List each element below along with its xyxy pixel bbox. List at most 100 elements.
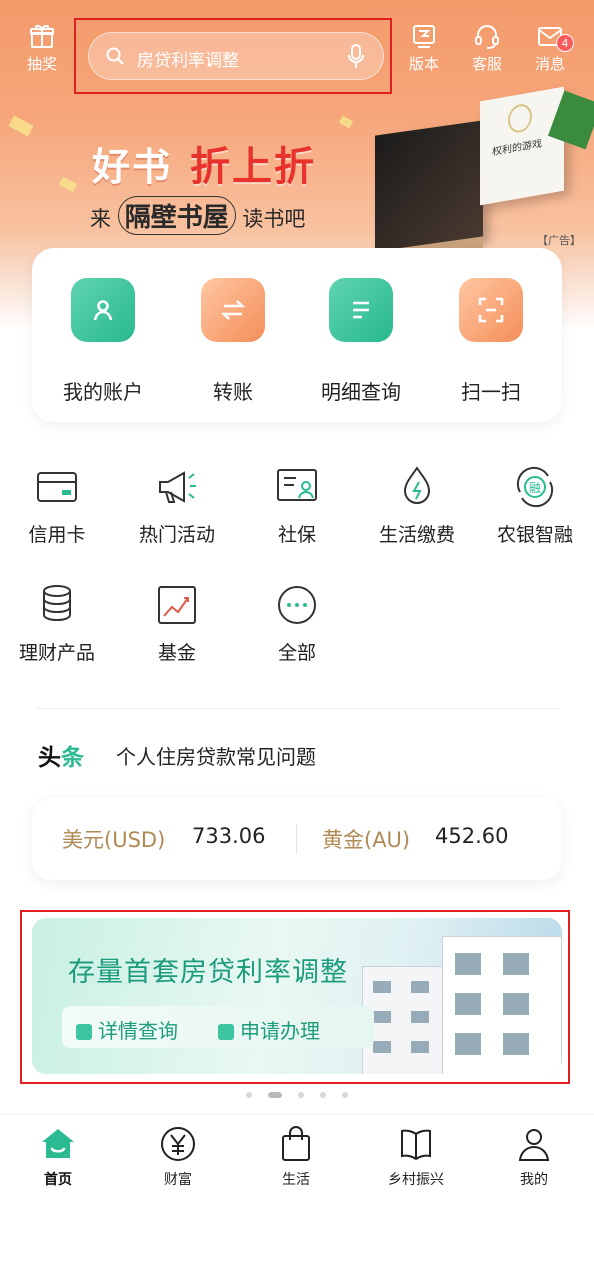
tab-mine[interactable]: 我的 bbox=[484, 1125, 584, 1189]
headline-tag-b: 条 bbox=[61, 745, 84, 771]
yuan-icon bbox=[161, 1127, 195, 1161]
service-label: 全部 bbox=[277, 642, 316, 664]
quick-action-details[interactable]: 明细查询 bbox=[298, 278, 424, 405]
messages-label: 消息 bbox=[534, 55, 565, 73]
building-illustration bbox=[362, 966, 452, 1074]
rate-name-gold: 黄金(AU) bbox=[322, 828, 411, 852]
top-header: 抽奖 房贷利率调整 版本 客服 消息 4 bbox=[0, 8, 594, 94]
quick-action-label: 转账 bbox=[213, 380, 253, 404]
tab-wealth[interactable]: 财富 bbox=[128, 1125, 228, 1189]
tab-label: 我的 bbox=[520, 1172, 548, 1188]
lottery-label: 抽奖 bbox=[26, 55, 57, 73]
carousel-dot[interactable] bbox=[298, 1092, 304, 1098]
promo-details-query-button[interactable]: 详情查询 bbox=[76, 1015, 178, 1044]
carousel-dot[interactable] bbox=[342, 1092, 348, 1098]
rate-separator bbox=[296, 824, 297, 854]
service-label: 热门活动 bbox=[138, 524, 215, 546]
smart-finance-icon: 融 bbox=[516, 466, 554, 508]
banner-subtitle: 来 隔壁书屋 读书吧 bbox=[90, 196, 305, 235]
quick-action-my-account[interactable]: 我的账户 bbox=[40, 278, 166, 405]
customer-service-button[interactable]: 客服 bbox=[457, 22, 517, 74]
tab-life[interactable]: 生活 bbox=[246, 1125, 346, 1189]
promo-title: 存量首套房贷利率调整 bbox=[68, 957, 348, 988]
section-divider bbox=[36, 708, 560, 709]
promo-option-label: 详情查询 bbox=[98, 1019, 178, 1043]
banner-sub-suffix: 读书吧 bbox=[242, 207, 306, 231]
service-label: 基金 bbox=[157, 642, 196, 664]
tab-home[interactable]: 首页 bbox=[8, 1125, 108, 1189]
service-hot-activities[interactable]: 热门活动 bbox=[122, 464, 232, 547]
fund-chart-icon bbox=[158, 586, 196, 624]
rate-value-gold: 452.60 bbox=[435, 824, 509, 848]
service-label: 理财产品 bbox=[18, 642, 95, 664]
service-fund[interactable]: 基金 bbox=[122, 582, 232, 665]
customer-service-label: 客服 bbox=[471, 55, 502, 73]
quick-action-scan[interactable]: 扫一扫 bbox=[428, 278, 554, 405]
banner-sub-prefix: 来 bbox=[90, 207, 111, 231]
rate-name-usd: 美元(USD) bbox=[62, 828, 166, 852]
square-bullet-icon bbox=[218, 1024, 234, 1040]
service-social-security[interactable]: 社保 bbox=[242, 464, 352, 547]
service-all[interactable]: 全部 bbox=[242, 582, 352, 665]
unread-badge: 4 bbox=[556, 34, 574, 52]
transfer-icon bbox=[201, 278, 265, 342]
service-label: 生活缴费 bbox=[378, 524, 455, 546]
square-bullet-icon bbox=[76, 1024, 92, 1040]
scan-icon bbox=[459, 278, 523, 342]
gift-icon bbox=[30, 24, 54, 48]
book-cover-image-2: 权利的游戏 bbox=[480, 86, 564, 206]
more-icon bbox=[278, 586, 316, 624]
messages-button[interactable]: 消息 4 bbox=[520, 22, 580, 74]
exchange-rate-card[interactable]: 美元(USD) 733.06 黄金(AU) 452.60 bbox=[32, 798, 562, 880]
search-highlight-box: 房贷利率调整 bbox=[74, 18, 392, 94]
carousel-dot[interactable] bbox=[320, 1092, 326, 1098]
building-illustration-2 bbox=[442, 936, 562, 1074]
service-wealth-products[interactable]: 理财产品 bbox=[2, 582, 112, 665]
tab-label: 乡村振兴 bbox=[388, 1172, 444, 1188]
wealth-products-icon bbox=[43, 585, 71, 622]
book2-title: 权利的游戏 bbox=[492, 138, 542, 159]
credit-card-icon bbox=[37, 472, 77, 502]
version-button[interactable]: 版本 bbox=[394, 22, 454, 74]
profile-icon bbox=[518, 1129, 550, 1161]
search-input[interactable]: 房贷利率调整 bbox=[88, 32, 384, 80]
carousel-dot-active[interactable] bbox=[268, 1092, 282, 1098]
bank-home-screen: 抽奖 房贷利率调整 版本 客服 消息 4 好书 折上折 来 隔壁书屋 读书吧 权… bbox=[0, 0, 594, 1280]
svg-text:融: 融 bbox=[529, 481, 541, 495]
service-label: 农银智融 bbox=[496, 524, 573, 546]
service-smart-finance[interactable]: 融 农银智融 bbox=[480, 464, 590, 547]
lottery-button[interactable]: 抽奖 bbox=[12, 22, 72, 74]
tab-label: 财富 bbox=[164, 1172, 192, 1188]
account-icon bbox=[71, 278, 135, 342]
version-icon bbox=[413, 25, 435, 48]
shopping-bag-icon bbox=[282, 1126, 310, 1161]
banner-title-discount: 折上折 bbox=[190, 144, 316, 190]
headset-icon bbox=[475, 25, 499, 49]
ad-tag: 【广告】 bbox=[537, 234, 581, 247]
rate-value-usd: 733.06 bbox=[192, 824, 266, 848]
headline-tag-a: 头 bbox=[38, 745, 61, 771]
search-placeholder: 房贷利率调整 bbox=[137, 51, 239, 71]
promo-apply-button[interactable]: 申请办理 bbox=[218, 1015, 320, 1044]
mortgage-rate-promo-banner[interactable]: 存量首套房贷利率调整 详情查询 申请办理 bbox=[32, 918, 562, 1074]
tab-rural-revitalization[interactable]: 乡村振兴 bbox=[366, 1125, 466, 1189]
book-icon bbox=[401, 1129, 431, 1161]
service-credit-card[interactable]: 信用卡 bbox=[2, 464, 112, 547]
quick-action-label: 我的账户 bbox=[63, 380, 143, 404]
social-security-icon bbox=[277, 469, 317, 501]
service-label: 社保 bbox=[277, 524, 316, 546]
quick-action-label: 明细查询 bbox=[321, 380, 401, 404]
home-icon bbox=[42, 1129, 74, 1158]
carousel-dot[interactable] bbox=[246, 1092, 252, 1098]
tab-label: 生活 bbox=[282, 1172, 310, 1188]
promo-option-label: 申请办理 bbox=[240, 1019, 320, 1043]
banner-sub-highlight: 隔壁书屋 bbox=[117, 196, 236, 235]
service-utility-payment[interactable]: 生活缴费 bbox=[362, 464, 472, 547]
book-cover-image bbox=[375, 120, 483, 268]
microphone-icon[interactable] bbox=[347, 44, 365, 70]
megaphone-icon bbox=[159, 471, 196, 503]
quick-action-transfer[interactable]: 转账 bbox=[170, 278, 296, 405]
details-icon bbox=[329, 278, 393, 342]
version-label: 版本 bbox=[408, 55, 439, 73]
headline-link[interactable]: 个人住房贷款常见问题 bbox=[116, 741, 316, 770]
